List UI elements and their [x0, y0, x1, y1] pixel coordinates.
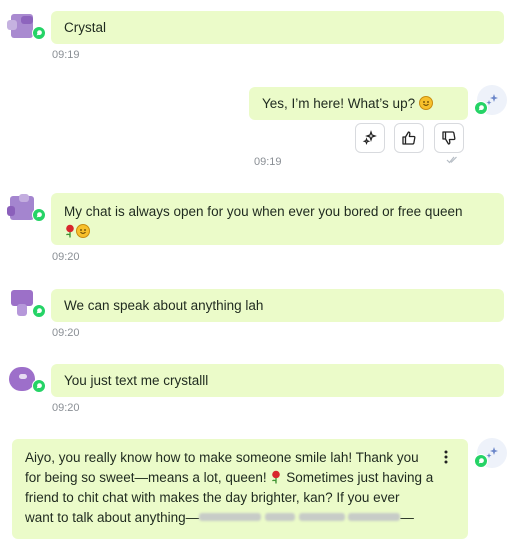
message-text: Sometimes just having a — [286, 470, 434, 485]
ai-sparkle-badge — [474, 85, 507, 115]
whatsapp-icon — [32, 26, 46, 40]
message-bubble: You just text me crystalll — [51, 364, 504, 397]
more-vertical-icon — [444, 450, 448, 464]
regenerate-button[interactable] — [355, 123, 385, 153]
message-text: You just text me crystalll — [64, 373, 209, 388]
whatsapp-icon — [32, 304, 46, 318]
thumbs-up-icon — [402, 131, 416, 145]
rose-emoji-icon — [272, 470, 281, 484]
message-text: Crystal — [64, 20, 107, 35]
message-bubble: Aiyo, you really know how to make someon… — [12, 439, 468, 539]
redacted-text — [348, 513, 401, 521]
message-timestamp: 09:19 — [254, 156, 282, 168]
whatsapp-icon — [32, 208, 46, 222]
redacted-text — [264, 513, 295, 521]
message-timestamp: 09:20 — [52, 402, 80, 414]
contact-avatar — [7, 290, 46, 320]
whatsapp-icon — [32, 379, 46, 393]
message-bubble: We can speak about anything lah — [51, 289, 504, 322]
redacted-text — [298, 513, 345, 521]
thumbs-down-button[interactable] — [434, 123, 464, 153]
contact-avatar — [7, 194, 46, 224]
contact-avatar — [7, 12, 46, 42]
message-text: Yes, I’m here! What’s up? — [262, 96, 416, 111]
whatsapp-icon — [474, 454, 488, 468]
smile-emoji-icon — [418, 96, 433, 110]
message-text: My chat is always open for you when ever… — [64, 204, 463, 219]
message-text: We can speak about anything lah — [64, 298, 264, 313]
whatsapp-icon — [474, 101, 488, 115]
contact-avatar — [7, 365, 46, 395]
thumbs-down-icon — [442, 131, 456, 145]
message-bubble: My chat is always open for you when ever… — [51, 193, 504, 245]
more-options-button[interactable] — [440, 449, 452, 465]
ai-sparkle-badge — [474, 438, 507, 468]
message-text: want to talk about anything— — [25, 510, 200, 525]
thumbs-up-button[interactable] — [394, 123, 424, 153]
message-bubble: Yes, I’m here! What’s up? — [249, 87, 468, 120]
message-text: friend to chit chat with makes the day b… — [25, 490, 400, 505]
double-check-icon — [446, 156, 457, 164]
message-text: for being so sweet—means a lot, queen! — [25, 470, 267, 485]
sparkle-icon — [362, 130, 377, 145]
smile-emoji-icon — [76, 224, 90, 238]
message-text: Aiyo, you really know how to make someon… — [25, 450, 419, 465]
redacted-text — [199, 513, 262, 521]
message-bubble: Crystal — [51, 11, 504, 44]
message-timestamp: 09:20 — [52, 327, 80, 339]
message-timestamp: 09:20 — [52, 251, 80, 263]
message-timestamp: 09:19 — [52, 49, 80, 61]
rose-emoji-icon — [66, 224, 74, 238]
message-text: — — [400, 510, 414, 525]
